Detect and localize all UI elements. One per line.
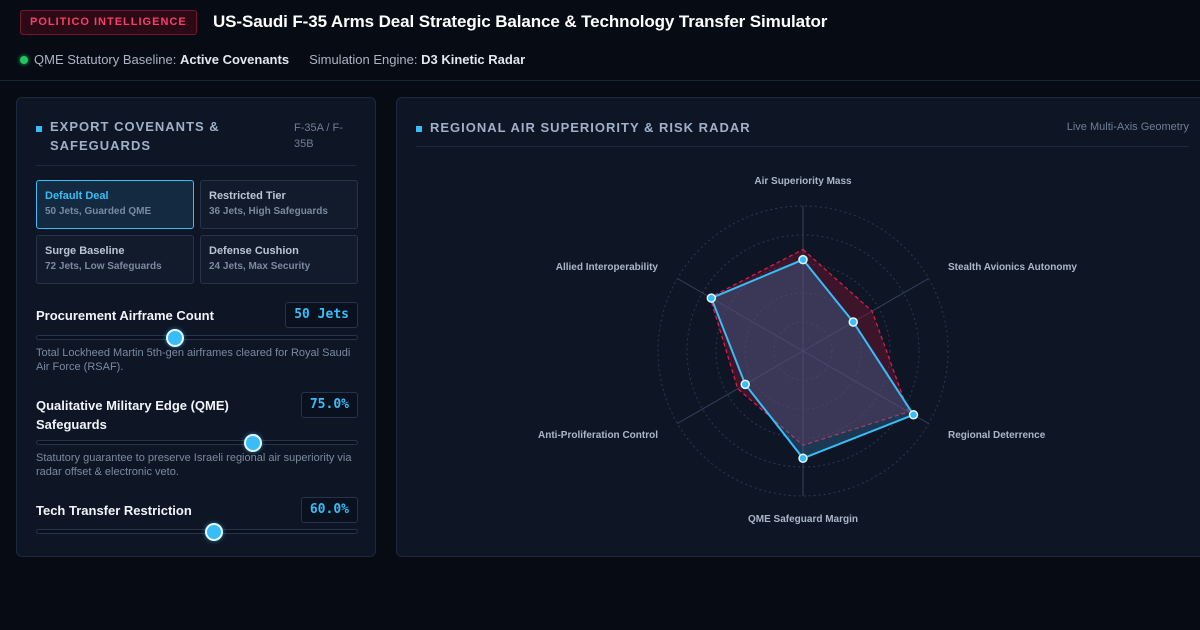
preset-name: Restricted Tier bbox=[209, 190, 286, 202]
radar-axis-label: Air Superiority Mass bbox=[754, 176, 852, 187]
top-bar: POLITICO INTELLIGENCE US-Saudi F-35 Arms… bbox=[0, 0, 1200, 81]
airframe-count-label: Procurement Airframe Count bbox=[36, 308, 214, 323]
airframe-count-value: 50 Jets bbox=[285, 302, 358, 328]
airframe-count-control: Procurement Airframe Count 50 Jets Total… bbox=[36, 302, 358, 376]
tech-transfer-slider[interactable] bbox=[36, 523, 358, 541]
qme-safeguards-value: 75.0% bbox=[300, 392, 358, 418]
covenants-panel: EXPORT COVENANTS & SAFEGUARDS F-35A / F-… bbox=[16, 97, 376, 557]
preset-surge-baseline[interactable]: Surge Baseline 72 Jets, Low Safeguards bbox=[36, 235, 194, 284]
preset-grid: Default Deal 50 Jets, Guarded QME Restri… bbox=[36, 180, 358, 284]
radar-point bbox=[908, 410, 919, 420]
tech-transfer-label: Tech Transfer Restriction bbox=[36, 503, 192, 518]
radar-point bbox=[740, 379, 750, 390]
status-dot-icon bbox=[20, 55, 28, 64]
preset-desc: 24 Jets, Max Security bbox=[209, 261, 311, 272]
radar-axis-label: Allied Interoperability bbox=[556, 262, 659, 273]
preset-restricted-tier[interactable]: Restricted Tier 36 Jets, High Safeguards bbox=[200, 180, 358, 229]
airframe-count-desc: Total Lockheed Martin 5th-gen airframes … bbox=[36, 347, 351, 373]
qme-safeguards-desc: Statutory guarantee to preserve Israeli … bbox=[36, 452, 352, 478]
radar-axis-label: Regional Deterrence bbox=[948, 430, 1046, 441]
status-qme: QME Statutory Baseline: Active Covenants bbox=[34, 52, 290, 67]
airframe-count-slider[interactable] bbox=[36, 329, 358, 347]
preset-name: Surge Baseline bbox=[45, 245, 125, 257]
qme-safeguards-control: Qualitative Military Edge (QME) Safeguar… bbox=[36, 392, 358, 482]
tech-transfer-value: 60.0% bbox=[300, 497, 358, 523]
brand-badge: POLITICO INTELLIGENCE bbox=[20, 10, 197, 35]
tech-transfer-control: Tech Transfer Restriction 60.0% bbox=[36, 497, 358, 547]
preset-name: Default Deal bbox=[45, 190, 109, 202]
status-engine: Simulation Engine: D3 Kinetic Radar bbox=[309, 52, 526, 67]
qme-safeguards-slider[interactable] bbox=[36, 434, 358, 452]
section-marker-icon bbox=[36, 125, 42, 132]
radar-axis-label: QME Safeguard Margin bbox=[748, 514, 858, 525]
covenants-panel-header: EXPORT COVENANTS & SAFEGUARDS F-35A / F-… bbox=[36, 98, 356, 166]
radar-axis-label: Stealth Avionics Autonomy bbox=[948, 262, 1077, 273]
radar-point bbox=[798, 453, 808, 464]
preset-desc: 36 Jets, High Safeguards bbox=[209, 206, 328, 217]
status-row: QME Statutory Baseline: Active Covenants… bbox=[20, 52, 545, 67]
tech-transfer-thumb[interactable] bbox=[205, 523, 224, 541]
preset-desc: 50 Jets, Guarded QME bbox=[45, 206, 152, 217]
preset-name: Defense Cushion bbox=[209, 245, 299, 257]
preset-desc: 72 Jets, Low Safeguards bbox=[45, 261, 162, 272]
covenants-panel-title: EXPORT COVENANTS & SAFEGUARDS bbox=[50, 119, 220, 153]
page-title: US-Saudi F-35 Arms Deal Strategic Balanc… bbox=[213, 12, 828, 31]
qme-safeguards-thumb[interactable] bbox=[243, 434, 262, 452]
radar-point bbox=[798, 254, 808, 265]
airframe-count-thumb[interactable] bbox=[166, 329, 185, 347]
covenants-panel-subtitle: F-35A / F-35B bbox=[294, 122, 343, 150]
radar-point bbox=[848, 317, 858, 327]
radar-panel: REGIONAL AIR SUPERIORITY & RISK RADAR Li… bbox=[396, 97, 1200, 557]
preset-defense-cushion[interactable]: Defense Cushion 24 Jets, Max Security bbox=[200, 235, 358, 284]
qme-safeguards-label: Qualitative Military Edge (QME) Safeguar… bbox=[36, 398, 229, 432]
preset-default-deal[interactable]: Default Deal 50 Jets, Guarded QME bbox=[36, 180, 194, 229]
radar-point bbox=[706, 293, 717, 303]
radar-chart: Air Superiority Mass Stealth Avionics Aut… bbox=[538, 176, 1077, 525]
radar-axis-label: Anti-Proliferation Control bbox=[538, 430, 658, 441]
